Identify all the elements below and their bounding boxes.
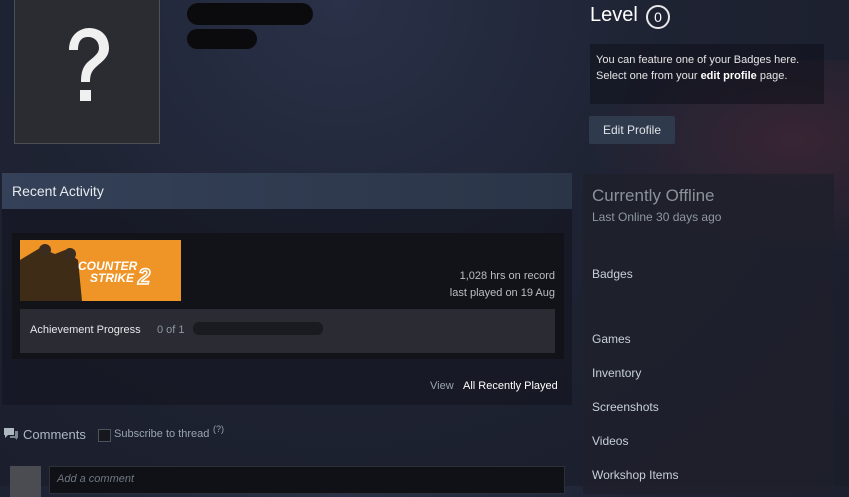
level-badge[interactable]: 0	[646, 5, 670, 29]
last-online: Last Online 30 days ago	[592, 210, 722, 224]
hours-on-record: 1,028 hrs on record	[459, 270, 555, 282]
badge-text-line1: You can feature one of your Badges here.	[596, 54, 800, 66]
view-label: View	[430, 380, 454, 392]
sidebar-item-games[interactable]: Games	[592, 332, 631, 346]
online-status: Currently Offline	[592, 186, 715, 205]
unknown-avatar-icon	[15, 0, 159, 143]
featured-badge-placeholder: You can feature one of your Badges here.…	[590, 44, 824, 104]
level-label: Level	[590, 4, 638, 26]
game-logo-icon: COUNTER STRIKE 2	[20, 240, 181, 301]
game-capsule-image[interactable]: COUNTER STRIKE 2	[20, 240, 181, 301]
edit-profile-button[interactable]: Edit Profile	[589, 116, 675, 144]
comment-input[interactable]: Add a comment	[49, 466, 565, 494]
badge-text-line2: Select one from your edit profile page.	[596, 70, 788, 82]
game-playtime: 1,028 hrs on record last played on 19 Au…	[450, 268, 555, 302]
redacted-realname	[187, 29, 257, 49]
edit-profile-link[interactable]: edit profile	[701, 70, 757, 82]
svg-text:STRIKE: STRIKE	[90, 271, 135, 285]
all-recently-played-link[interactable]: All Recently Played	[463, 380, 558, 392]
last-played: last played on 19 Aug	[449, 287, 555, 299]
subscribe-label[interactable]: Subscribe to thread	[114, 428, 209, 440]
svg-text:2: 2	[137, 264, 151, 289]
sidebar-item-inventory[interactable]: Inventory	[592, 366, 641, 380]
achievement-count: 0 of 1	[157, 324, 185, 336]
sidebar-item-screenshots[interactable]: Screenshots	[592, 400, 659, 414]
sidebar-item-badges[interactable]: Badges	[592, 267, 633, 281]
profile-avatar[interactable]	[14, 0, 160, 144]
recent-activity-title: Recent Activity	[12, 183, 104, 199]
sidebar-item-videos[interactable]: Videos	[592, 434, 628, 448]
sidebar-item-workshop-items[interactable]: Workshop Items	[592, 468, 678, 482]
commenter-avatar	[10, 466, 41, 497]
subscribe-checkbox[interactable]	[98, 429, 111, 442]
comments-label: Comments	[23, 427, 86, 442]
level-value: 0	[654, 9, 662, 25]
achievement-progress-label: Achievement Progress	[30, 324, 141, 336]
recent-activity-header: Recent Activity	[2, 173, 572, 209]
subscribe-help-link[interactable]: (?)	[213, 424, 224, 434]
comments-icon	[3, 427, 19, 446]
achievement-progress-bar	[193, 322, 323, 335]
redacted-username	[187, 3, 313, 25]
